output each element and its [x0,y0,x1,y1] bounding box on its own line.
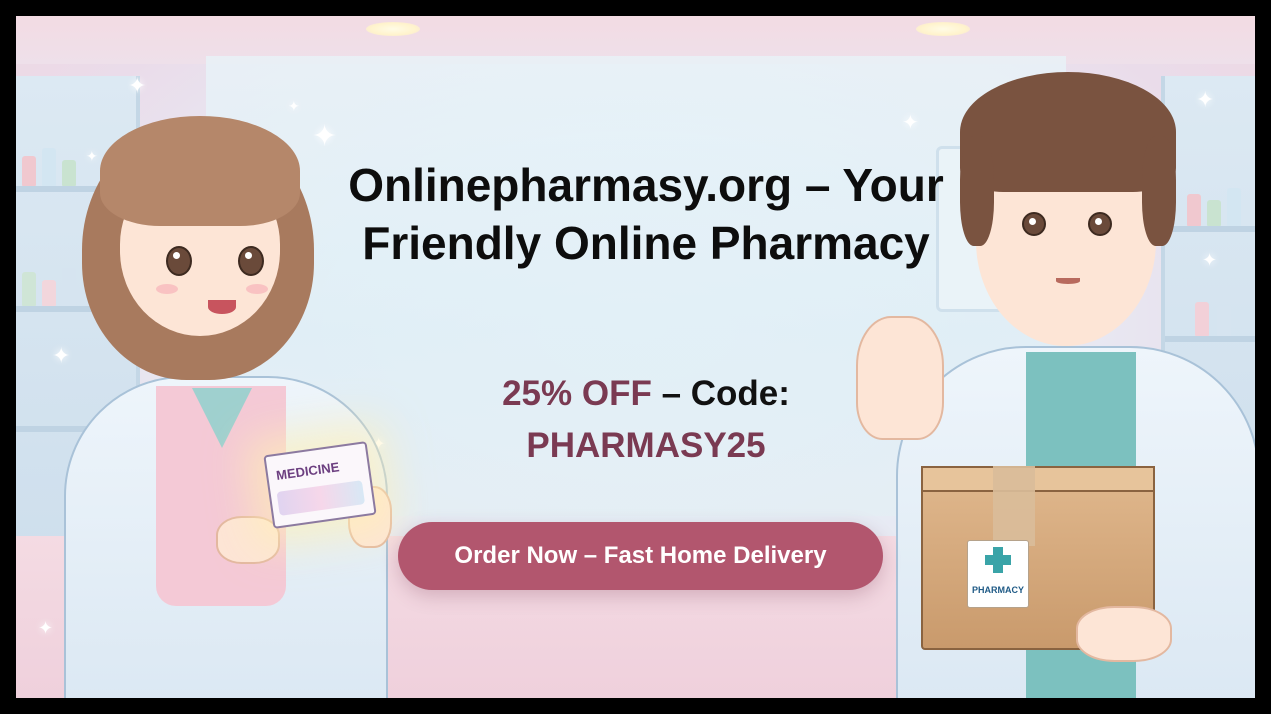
eye [1088,212,1112,236]
pharmacy-cross-icon [985,547,1011,573]
promo-code-block: 25% OFF – Code: PHARMASY25 [396,368,896,472]
medicine-box-label: MEDICINE [275,459,341,483]
sparkle-icon: ✦ [1202,250,1218,271]
smile [208,300,236,314]
order-now-button[interactable]: Order Now – Fast Home Delivery [398,522,883,590]
eye [238,246,264,276]
promo-code: PHARMASY25 [526,426,766,465]
sparkle-icon: ✦ [1196,88,1215,113]
sparkle-icon: ✦ [902,110,919,134]
sparkle-icon: ✦ [38,618,54,639]
sparkle-icon: ✦ [128,74,147,99]
parcel-lid [921,466,1155,492]
code-label: – Code: [651,374,790,413]
blush [246,284,268,294]
parcel-label-text: PHARMACY [971,585,1024,595]
sparkle-icon: ✦ [312,119,338,154]
blush [156,284,178,294]
sparkle-icon: ✦ [86,149,98,165]
hand [216,516,280,564]
parcel-label: PHARMACY [967,540,1029,608]
ceiling-lamp [916,22,970,36]
sparkle-icon: ✦ [52,344,71,369]
smile [1056,278,1080,284]
hair-side [1142,136,1176,246]
ceiling-lamp [366,22,420,36]
eye [1022,212,1046,236]
medicine-box-graphic [276,480,366,516]
sparkle-icon: ✦ [288,99,300,115]
discount-text: 25% OFF [502,374,652,413]
hand [1076,606,1172,662]
banner-frame: ✦ ✦ ✦ ✦ ✦ ✦ ✦ ✦ ✦ ✦ ✦ MEDICINE [0,0,1271,714]
eye [166,246,192,276]
medicine-box: MEDICINE [263,441,377,529]
bangs [100,116,300,226]
promo-banner: ✦ ✦ ✦ ✦ ✦ ✦ ✦ ✦ ✦ ✦ ✦ MEDICINE [16,16,1255,698]
page-title: Onlinepharmasy.org – Your Friendly Onlin… [348,159,944,269]
parcel-tape [993,466,1035,546]
